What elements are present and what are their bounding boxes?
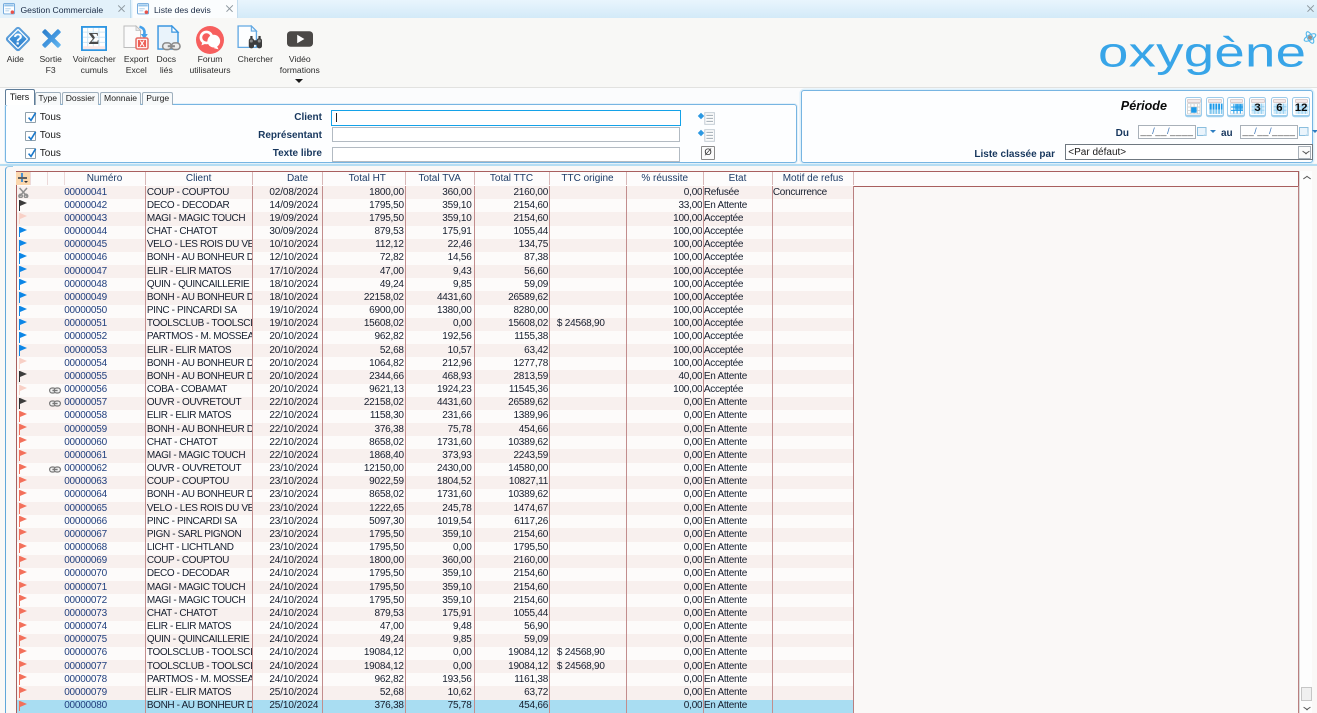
svg-text:?: ? (13, 31, 22, 48)
svg-text:oxygène: oxygène (1098, 29, 1306, 76)
svg-text:X: X (139, 40, 145, 49)
svg-text:Σ: Σ (88, 29, 99, 48)
